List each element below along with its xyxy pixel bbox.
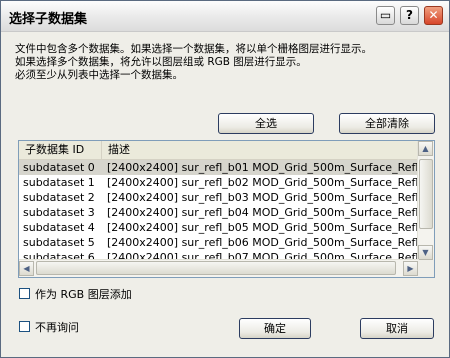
list-header: 子数据集 ID 描述 [19, 141, 419, 160]
cancel-button[interactable]: 取消 [360, 318, 434, 339]
description-line: 如果选择多个数据集，将允许以图层组或 RGB 图层进行显示。 [15, 56, 307, 68]
list-rows: subdataset 0 [2400x2400] sur_refl_b01 MO… [19, 160, 434, 265]
close-icon[interactable]: ✕ [424, 6, 443, 25]
vertical-scroll-thumb[interactable] [419, 159, 433, 229]
subdataset-id: subdataset 1 [23, 176, 95, 189]
dont-ask-again-checkbox[interactable] [19, 321, 30, 332]
subdataset-list[interactable]: 子数据集 ID 描述 subdataset 0 [2400x2400] sur_… [18, 140, 435, 278]
help-icon[interactable]: ? [400, 6, 419, 25]
dont-ask-again-label: 不再询问 [35, 321, 79, 334]
list-item[interactable]: subdataset 4 [2400x2400] sur_refl_b05 MO… [19, 220, 434, 235]
clear-all-button[interactable]: 全部清除 [339, 113, 435, 134]
subdataset-id: subdataset 3 [23, 206, 95, 219]
horizontal-scroll-thumb[interactable] [36, 261, 396, 275]
add-as-rgb-checkbox[interactable] [19, 288, 30, 299]
scroll-up-icon[interactable]: ▲ [418, 141, 433, 156]
list-item[interactable]: subdataset 2 [2400x2400] sur_refl_b03 MO… [19, 190, 434, 205]
window-title: 选择子数据集 [9, 12, 88, 27]
subdataset-id: subdataset 2 [23, 191, 95, 204]
description-text: 文件中包含多个数据集。如果选择一个数据集，将以单个栅格图层进行显示。 如果选择多… [15, 43, 435, 82]
scroll-down-icon[interactable]: ▼ [418, 245, 433, 260]
subdataset-description: [2400x2400] sur_refl_b05 MOD_Grid_500m_S… [107, 221, 435, 234]
list-item[interactable]: subdataset 0 [2400x2400] sur_refl_b01 MO… [19, 160, 434, 175]
list-item[interactable]: subdataset 5 [2400x2400] sur_refl_b06 MO… [19, 235, 434, 250]
vertical-scrollbar[interactable]: ▲ ▼ [417, 141, 434, 260]
description-line: 文件中包含多个数据集。如果选择一个数据集，将以单个栅格图层进行显示。 [15, 43, 372, 55]
list-item[interactable]: subdataset 3 [2400x2400] sur_refl_b04 MO… [19, 205, 434, 220]
subdataset-description: [2400x2400] sur_refl_b01 MOD_Grid_500m_S… [107, 161, 435, 174]
subdataset-id: subdataset 5 [23, 236, 95, 249]
horizontal-scrollbar[interactable]: ◀ ▶ [19, 259, 419, 277]
subdataset-id: subdataset 4 [23, 221, 95, 234]
list-item[interactable]: subdataset 1 [2400x2400] sur_refl_b02 MO… [19, 175, 434, 190]
minimize-icon[interactable]: ▭ [376, 6, 395, 25]
title-bar: 选择子数据集 ▭ ? ✕ [1, 1, 449, 32]
scroll-left-icon[interactable]: ◀ [19, 261, 34, 276]
scrollbar-corner [418, 260, 434, 277]
column-header-id[interactable]: 子数据集 ID [19, 141, 102, 159]
subdataset-description: [2400x2400] sur_refl_b06 MOD_Grid_500m_S… [107, 236, 435, 249]
scroll-right-icon[interactable]: ▶ [403, 261, 418, 276]
column-header-description[interactable]: 描述 [102, 141, 419, 159]
subdataset-description: [2400x2400] sur_refl_b03 MOD_Grid_500m_S… [107, 191, 435, 204]
select-all-button[interactable]: 全选 [218, 113, 314, 134]
subdataset-description: [2400x2400] sur_refl_b02 MOD_Grid_500m_S… [107, 176, 435, 189]
description-line: 必须至少从列表中选择一个数据集。 [15, 69, 183, 81]
ok-button[interactable]: 确定 [239, 318, 311, 339]
subdataset-id: subdataset 0 [23, 161, 95, 174]
add-as-rgb-label: 作为 RGB 图层添加 [35, 288, 132, 301]
subdataset-dialog: 选择子数据集 ▭ ? ✕ 文件中包含多个数据集。如果选择一个数据集，将以单个栅格… [0, 0, 450, 358]
subdataset-description: [2400x2400] sur_refl_b04 MOD_Grid_500m_S… [107, 206, 435, 219]
